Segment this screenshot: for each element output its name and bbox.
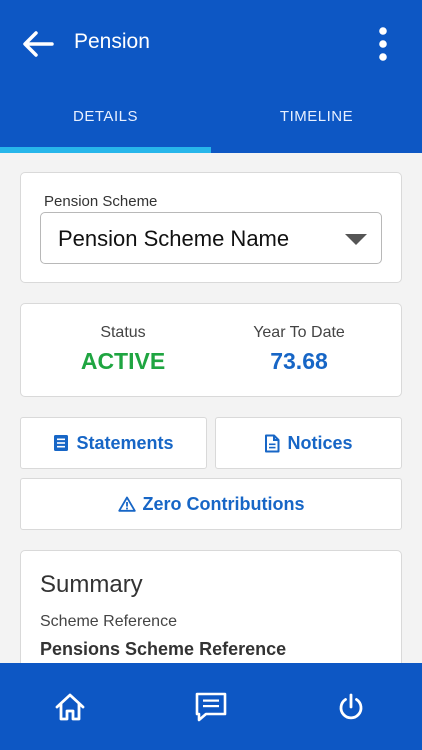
zero-contributions-label: Zero Contributions	[142, 493, 305, 514]
pension-scheme-selected-value: Pension Scheme Name	[58, 226, 290, 251]
messages-button[interactable]	[189, 685, 233, 729]
pension-scheme-select[interactable]: Pension Scheme Name	[40, 212, 382, 264]
notices-label: Notices	[287, 432, 353, 453]
scheme-reference-value: Pensions Scheme Reference	[40, 639, 287, 659]
logout-button[interactable]	[329, 685, 373, 729]
dropdown-arrow-icon	[345, 234, 367, 245]
year-to-date-label: Year To Date	[253, 324, 345, 341]
more-options-button[interactable]	[368, 24, 398, 64]
pension-scheme-card: Pension Scheme Pension Scheme Name	[20, 172, 402, 283]
statements-button[interactable]: Statements	[20, 417, 207, 469]
page-title: Pension	[74, 30, 150, 53]
zero-contributions-button[interactable]: Zero Contributions	[20, 478, 402, 530]
more-vertical-icon	[379, 27, 387, 61]
year-to-date-value: 73.68	[270, 348, 328, 374]
home-button[interactable]	[48, 685, 92, 729]
power-icon	[339, 693, 363, 720]
tab-indicator	[0, 147, 211, 153]
tab-timeline[interactable]: TIMELINE	[211, 108, 422, 153]
year-to-date-column: Year To Date 73.68	[219, 324, 379, 375]
statements-label: Statements	[76, 432, 174, 453]
message-icon	[195, 692, 227, 722]
summary-title: Summary	[40, 571, 143, 598]
statement-icon	[53, 434, 69, 452]
scheme-reference-label: Scheme Reference	[40, 613, 177, 630]
back-button[interactable]	[18, 24, 58, 64]
warning-icon	[117, 496, 136, 512]
status-label: Status	[100, 324, 146, 341]
document-icon	[264, 434, 280, 453]
status-card: Status ACTIVE Year To Date 73.68	[20, 303, 402, 397]
bottom-navigation	[0, 663, 422, 750]
app-bar: Pension DETAILS TIMELINE	[0, 0, 422, 153]
arrow-left-icon	[23, 31, 54, 57]
status-column: Status ACTIVE	[43, 324, 203, 375]
home-icon	[55, 693, 85, 721]
status-value: ACTIVE	[80, 348, 166, 374]
pension-scheme-label: Pension Scheme	[44, 193, 158, 210]
notices-button[interactable]: Notices	[215, 417, 402, 469]
